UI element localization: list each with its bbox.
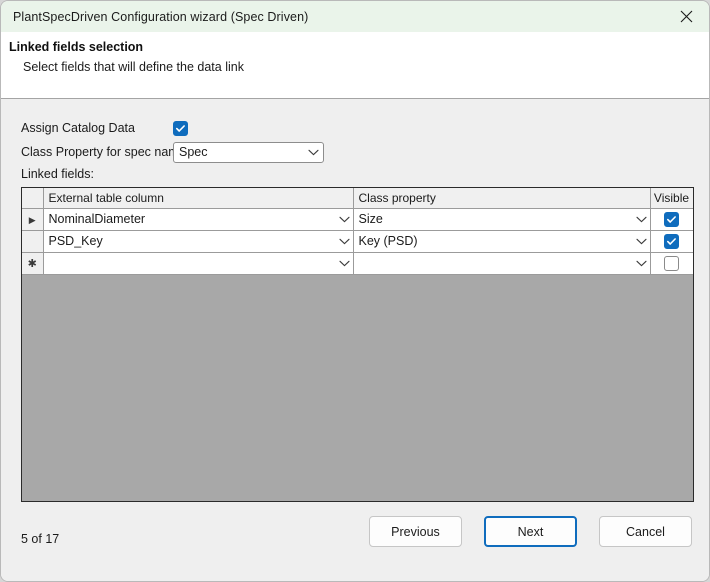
cell-external-table-column[interactable] — [43, 252, 354, 275]
chevron-down-icon — [338, 238, 350, 244]
chevron-down-icon — [635, 260, 647, 266]
cell-value-class-property: Size — [358, 212, 383, 226]
linked-fields-table: External table column Class property Vis… — [22, 188, 693, 275]
visible-checkbox[interactable] — [664, 211, 679, 227]
visible-checkbox[interactable] — [664, 233, 679, 249]
visible-checkbox[interactable] — [664, 255, 679, 271]
column-header-external-table-column[interactable]: External table column — [43, 188, 354, 209]
cell-visible[interactable] — [650, 208, 693, 231]
row-selector-new[interactable]: ✱ — [22, 252, 44, 275]
new-row-asterisk-icon: ✱ — [27, 258, 37, 270]
header-band: Linked fields selection Select fields th… — [1, 32, 709, 99]
footer-button-group: Previous Next Cancel — [369, 516, 692, 547]
class-property-value: Spec — [179, 145, 208, 159]
linked-fields-grid[interactable]: External table column Class property Vis… — [21, 187, 694, 502]
current-row-arrow-icon: ▶ — [28, 215, 36, 225]
row-selector[interactable] — [22, 230, 44, 253]
page-title: Linked fields selection — [9, 40, 144, 54]
previous-button[interactable]: Previous — [369, 516, 462, 547]
cell-class-property[interactable]: Key (PSD) — [353, 230, 651, 253]
chevron-down-icon — [635, 238, 647, 244]
column-header-visible[interactable]: Visible — [650, 188, 693, 209]
cell-value-class-property: Key (PSD) — [358, 234, 418, 248]
dialog-footer: 5 of 17 Previous Next Cancel — [1, 502, 709, 581]
cell-external-table-column[interactable]: PSD_Key — [43, 230, 354, 253]
chevron-down-icon — [635, 216, 647, 222]
table-row[interactable]: ▶ NominalDiameter Size — [22, 208, 693, 231]
cell-visible[interactable] — [650, 230, 693, 253]
table-header-row: External table column Class property Vis… — [22, 188, 693, 209]
cell-value-external-table-column: NominalDiameter — [48, 212, 146, 226]
cell-external-table-column[interactable]: NominalDiameter — [43, 208, 354, 231]
column-header-class-property[interactable]: Class property — [353, 188, 651, 209]
row-selector-current[interactable]: ▶ — [22, 208, 44, 231]
chevron-down-icon — [308, 149, 319, 155]
class-property-row: Class Property for spec name Spec — [21, 141, 421, 163]
next-button[interactable]: Next — [484, 516, 577, 547]
table-row-new[interactable]: ✱ — [22, 252, 693, 275]
cell-class-property[interactable] — [353, 252, 651, 275]
class-property-label: Class Property for spec name — [21, 145, 186, 159]
cell-class-property[interactable]: Size — [353, 208, 651, 231]
window-title: PlantSpecDriven Configuration wizard (Sp… — [13, 9, 309, 24]
chevron-down-icon — [338, 216, 350, 222]
class-property-select[interactable]: Spec — [173, 141, 324, 163]
table-row[interactable]: PSD_Key Key (PSD) — [22, 230, 693, 253]
cancel-button[interactable]: Cancel — [599, 516, 692, 547]
cell-visible[interactable] — [650, 252, 693, 275]
assign-catalog-data-checkbox[interactable] — [173, 120, 188, 136]
dialog-body: Assign Catalog Data Class Property for s… — [1, 99, 709, 502]
wizard-dialog: PlantSpecDriven Configuration wizard (Sp… — [0, 0, 710, 582]
assign-catalog-data-label: Assign Catalog Data — [21, 121, 135, 135]
page-subtitle: Select fields that will define the data … — [23, 60, 244, 74]
linked-fields-label: Linked fields: — [21, 167, 94, 181]
chevron-down-icon — [338, 260, 350, 266]
cell-value-external-table-column: PSD_Key — [48, 234, 103, 248]
page-indicator: 5 of 17 — [21, 532, 60, 546]
assign-catalog-data-row: Assign Catalog Data — [21, 117, 421, 139]
close-icon[interactable] — [663, 1, 709, 32]
row-header-corner — [22, 188, 44, 209]
title-bar: PlantSpecDriven Configuration wizard (Sp… — [1, 1, 709, 32]
